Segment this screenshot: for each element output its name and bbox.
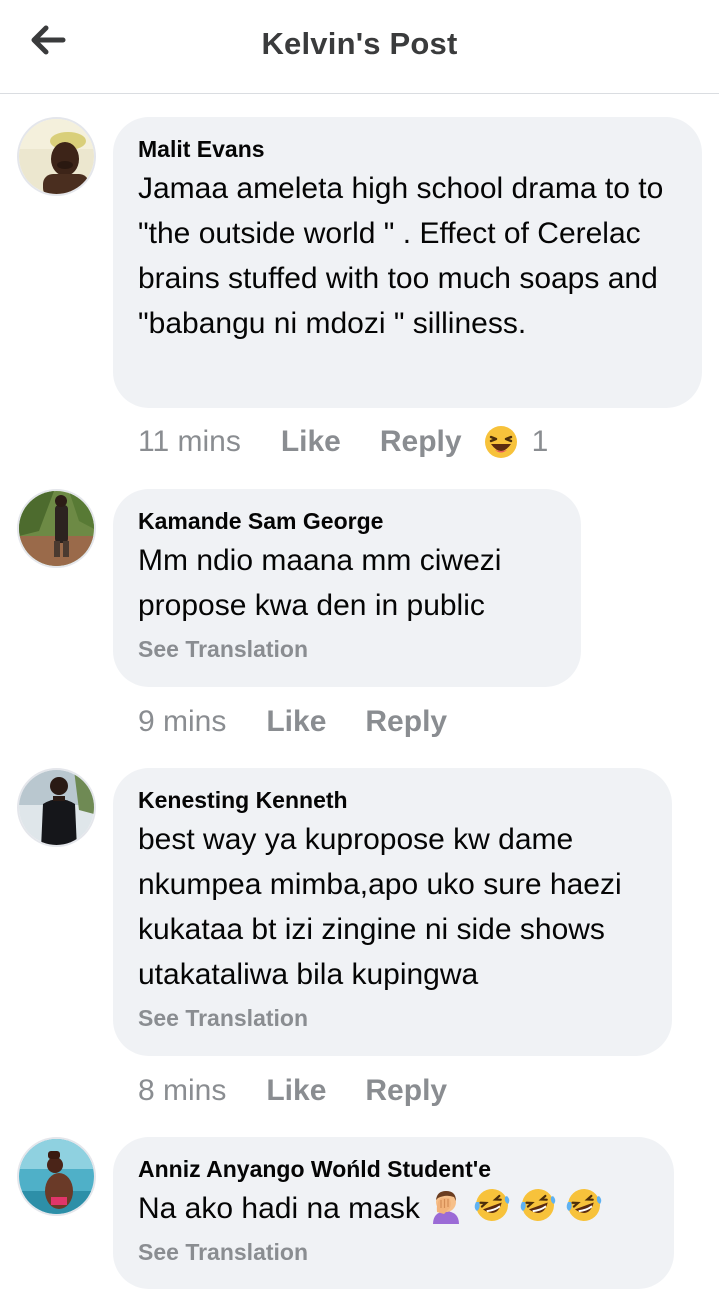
comment-bubble: Kenesting Kenneth best way ya kupropose … (113, 768, 672, 1056)
avatar[interactable] (17, 1137, 96, 1216)
comment-author[interactable]: Kamande Sam George (138, 506, 555, 536)
comment-bubble: Malit Evans Jamaa ameleta high school dr… (113, 117, 702, 408)
comment-author[interactable]: Kenesting Kenneth (138, 785, 646, 815)
comment-actions: 11 mins Like Reply 1 (138, 422, 548, 462)
rolling-laughing-emoji-icon (520, 1189, 556, 1221)
avatar-photo (19, 1139, 94, 1214)
post-comments-screen: Kelvin's Post Malit Evans Jamaa ameleta … (0, 0, 719, 1298)
avatar-photo (19, 770, 94, 845)
avatar[interactable] (17, 489, 96, 568)
comment-actions: 8 mins Like Reply (138, 1071, 447, 1111)
comment-actions: 9 mins Like Reply (138, 702, 447, 742)
comment-text-content: Na ako hadi na mask (138, 1192, 420, 1225)
avatar[interactable] (17, 768, 96, 847)
avatar-photo (19, 119, 94, 194)
reply-button[interactable]: Reply (380, 425, 462, 459)
comment-author[interactable]: Malit Evans (138, 134, 676, 164)
comment-timestamp: 9 mins (138, 705, 227, 738)
comment-text: Na ako hadi na mask (138, 1186, 648, 1231)
comment-bubble: Anniz Anyango Wońld Student'e Na ako had… (113, 1137, 674, 1289)
avatar[interactable] (17, 117, 96, 196)
comment-text: best way ya kupropose kw dame nkumpea mi… (138, 823, 622, 991)
see-translation-link[interactable]: See Translation (138, 1237, 648, 1267)
comment-timestamp: 8 mins (138, 1074, 227, 1107)
comment-timestamp: 11 mins (138, 425, 241, 458)
page-title: Kelvin's Post (261, 26, 458, 61)
top-bar: Kelvin's Post (0, 0, 719, 94)
comment-author[interactable]: Anniz Anyango Wońld Student'e (138, 1154, 648, 1184)
rolling-laughing-emoji-icon (566, 1189, 602, 1221)
facepalm-emoji-icon (433, 1191, 460, 1224)
see-translation-link[interactable]: See Translation (138, 1003, 646, 1033)
avatar-photo (19, 491, 94, 566)
comment-text: Jamaa ameleta high school drama to to "t… (138, 172, 664, 340)
see-translation-link[interactable]: See Translation (138, 634, 555, 664)
rolling-laughing-emoji-icon (474, 1189, 509, 1221)
like-button[interactable]: Like (281, 425, 341, 459)
reply-button[interactable]: Reply (365, 705, 447, 739)
reaction-count: 1 (531, 425, 549, 458)
like-button[interactable]: Like (266, 1074, 326, 1108)
like-button[interactable]: Like (266, 705, 326, 739)
comment-bubble: Kamande Sam George Mm ndio maana mm ciwe… (113, 489, 581, 687)
laughing-emoji-icon (484, 426, 517, 458)
reaction-summary[interactable]: 1 (484, 425, 549, 459)
comment-text: Mm ndio maana mm ciwezi propose kwa den … (138, 544, 502, 622)
reply-button[interactable]: Reply (365, 1074, 447, 1108)
